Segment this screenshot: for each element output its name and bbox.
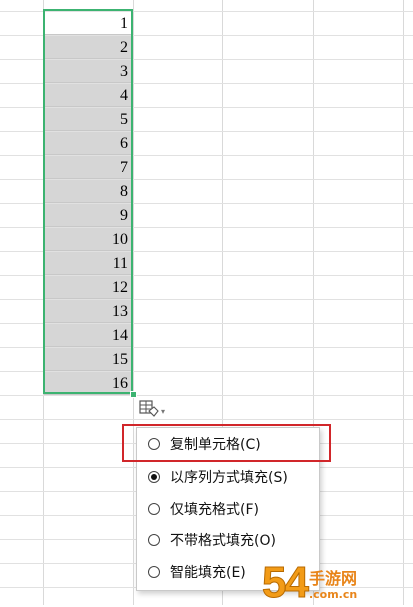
watermark-text: 手游网 .com.cn bbox=[308, 569, 358, 602]
fill-handle[interactable] bbox=[130, 391, 137, 398]
cell-a13[interactable]: 13 bbox=[44, 300, 132, 323]
menu-item-label: 智能填充(E) bbox=[170, 565, 246, 581]
chevron-down-icon[interactable]: ▾ bbox=[161, 407, 165, 416]
row-divider bbox=[0, 395, 413, 396]
autofill-options-icon bbox=[139, 400, 159, 422]
cell-a7[interactable]: 7 bbox=[44, 156, 132, 179]
cell-a6[interactable]: 6 bbox=[44, 132, 132, 155]
radio-icon[interactable] bbox=[148, 534, 160, 546]
radio-checked-icon[interactable] bbox=[148, 471, 160, 483]
cell-a16[interactable]: 16 bbox=[44, 372, 132, 395]
cell-a4[interactable]: 4 bbox=[44, 84, 132, 107]
cell-a8[interactable]: 8 bbox=[44, 180, 132, 203]
menu-item-label: 仅填充格式(F) bbox=[170, 502, 259, 518]
site-watermark-logo: 54 手游网 .com.cn bbox=[262, 548, 413, 605]
cell-a2[interactable]: 2 bbox=[44, 36, 132, 59]
cell-a1[interactable]: 1 bbox=[44, 12, 132, 35]
watermark-name: 手游网 bbox=[308, 569, 357, 588]
autofill-options-button[interactable]: ▾ bbox=[139, 400, 173, 422]
menu-item-fill-formatting-only[interactable]: 仅填充格式(F) bbox=[137, 495, 319, 523]
cell-a15[interactable]: 15 bbox=[44, 348, 132, 371]
menu-item-label: 以序列方式填充(S) bbox=[170, 470, 288, 486]
cell-a3[interactable]: 3 bbox=[44, 60, 132, 83]
cell-a10[interactable]: 10 bbox=[44, 228, 132, 251]
cell-a14[interactable]: 14 bbox=[44, 324, 132, 347]
watermark-digits: 54 bbox=[262, 558, 310, 607]
cell-a11[interactable]: 11 bbox=[44, 252, 132, 275]
cell-a5[interactable]: 5 bbox=[44, 108, 132, 131]
cell-a9[interactable]: 9 bbox=[44, 204, 132, 227]
row-divider bbox=[0, 419, 413, 420]
cell-a12[interactable]: 12 bbox=[44, 276, 132, 299]
menu-item-label: 不带格式填充(O) bbox=[170, 533, 276, 549]
highlight-annotation-box bbox=[122, 424, 331, 462]
watermark-domain: .com.cn bbox=[308, 588, 358, 601]
radio-icon[interactable] bbox=[148, 566, 160, 578]
menu-item-fill-series[interactable]: 以序列方式填充(S) bbox=[137, 463, 319, 491]
radio-icon[interactable] bbox=[148, 503, 160, 515]
